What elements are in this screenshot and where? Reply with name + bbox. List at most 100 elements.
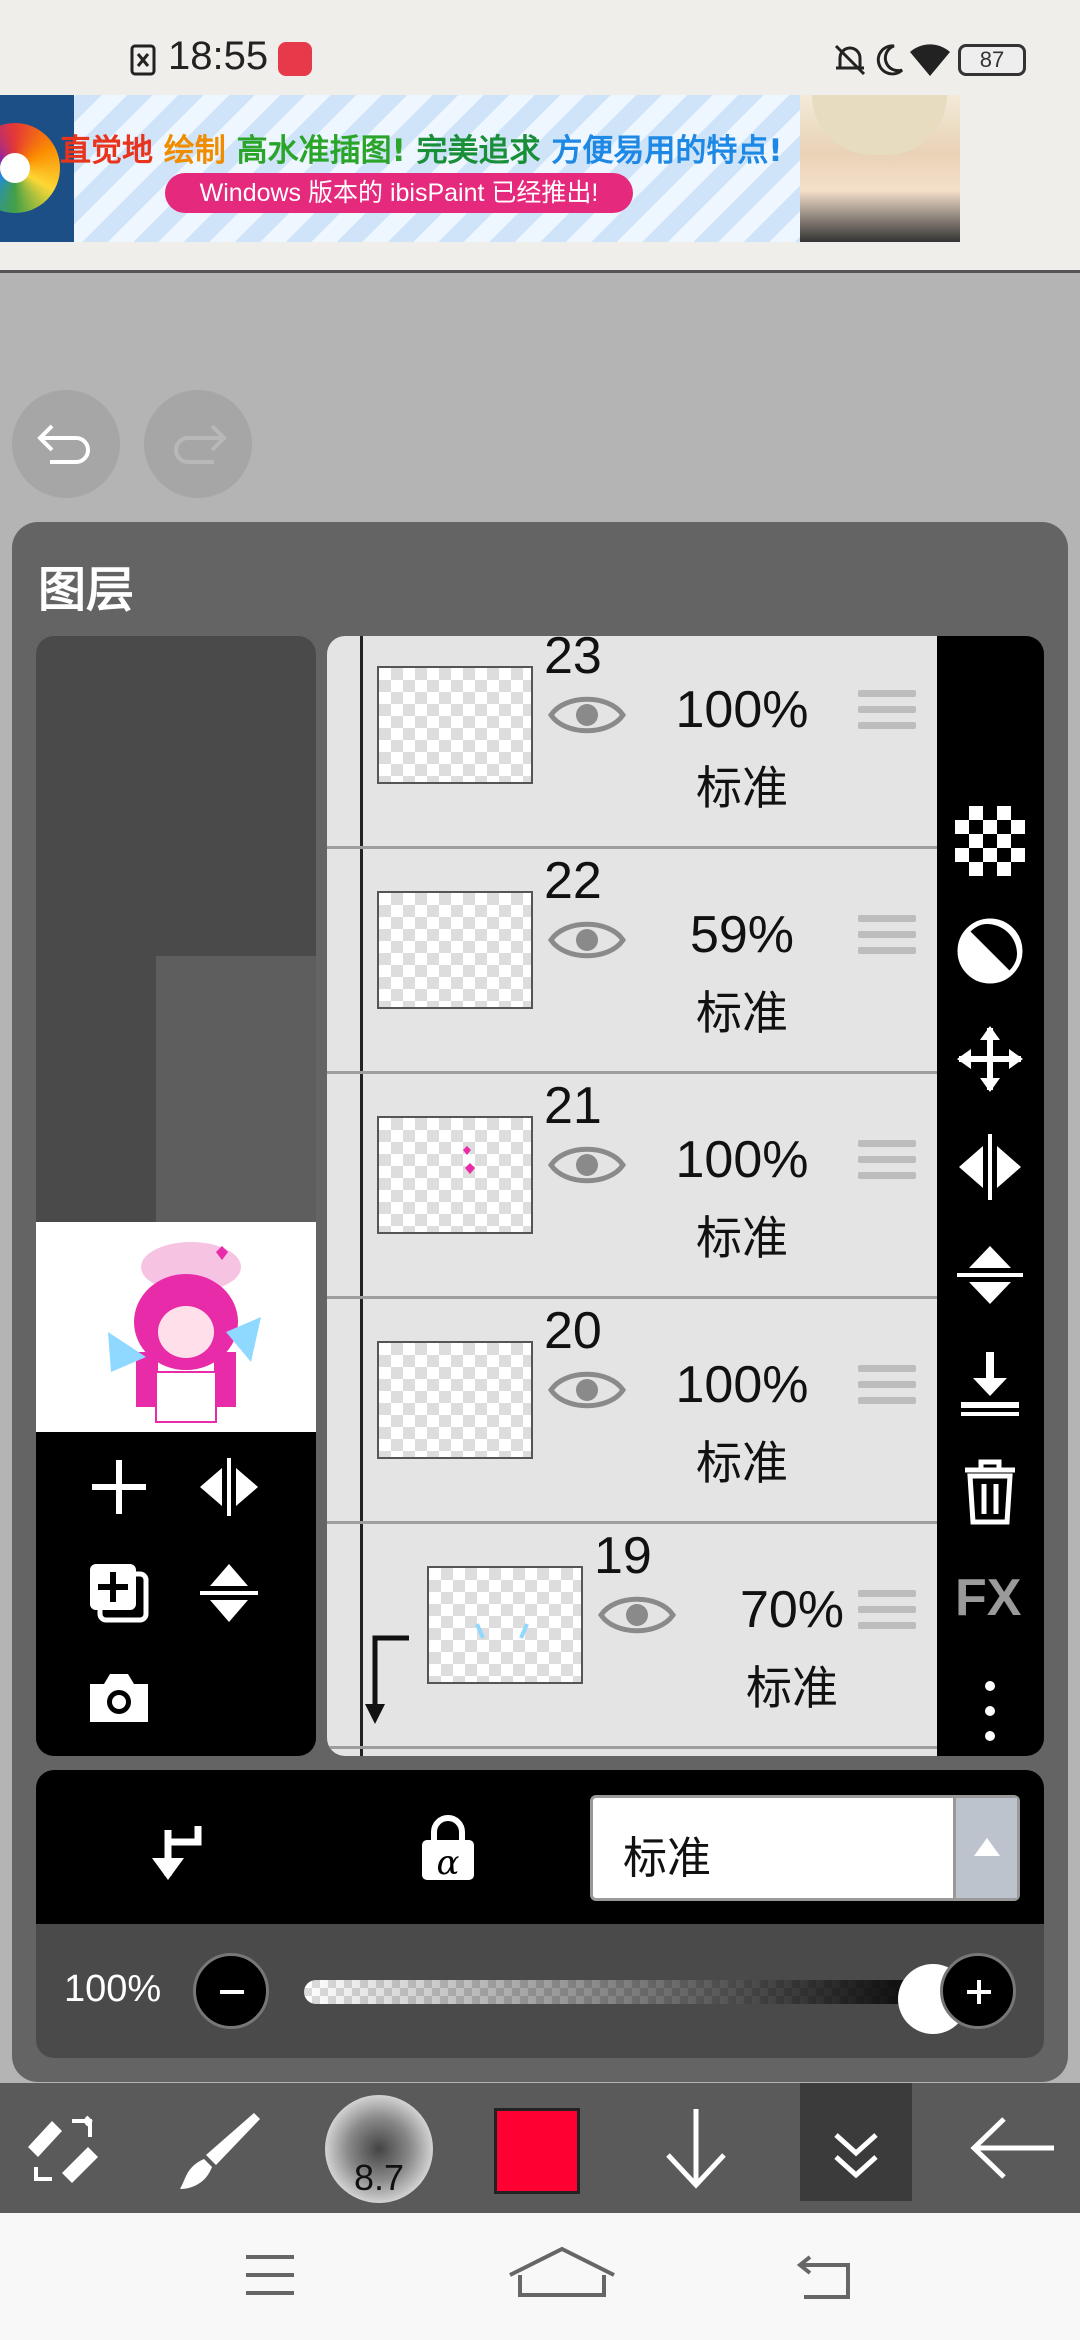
copy-layer-icon[interactable]	[86, 1560, 152, 1626]
more-options-icon[interactable]	[955, 1676, 1025, 1746]
layer-blend-mode: 标准	[696, 1436, 788, 1490]
home-icon[interactable]	[506, 2245, 618, 2301]
layer-opacity: 100%	[675, 1356, 809, 1414]
layer-number: 21	[544, 1077, 602, 1135]
canvas-preview[interactable]	[36, 1222, 316, 1432]
layer-row[interactable]: 19 70% 标准	[327, 1524, 937, 1749]
canvas-preview-pane	[36, 636, 316, 1756]
svg-text:α: α	[437, 1843, 460, 1883]
brush-size-button[interactable]: 8.7	[325, 2095, 433, 2203]
delete-layer-icon[interactable]	[955, 1456, 1025, 1526]
nav-back-icon[interactable]	[796, 2253, 854, 2301]
layer-tools-bar: FX	[937, 636, 1044, 1756]
layer-visibility-toggle[interactable]	[597, 1590, 677, 1640]
drag-handle-icon[interactable]	[858, 1590, 916, 1640]
mute-icon	[834, 44, 866, 76]
collapse-panel-icon[interactable]	[830, 2127, 882, 2183]
moon-icon	[876, 44, 904, 76]
layer-visibility-toggle[interactable]	[547, 1365, 627, 1415]
blend-mode-dropdown[interactable]	[953, 1798, 1017, 1898]
merge-down-icon[interactable]	[955, 1348, 1025, 1418]
arrow-down-icon[interactable]	[660, 2105, 732, 2191]
opacity-slider[interactable]	[304, 1980, 944, 2004]
drag-handle-icon[interactable]	[858, 690, 916, 740]
layer-opacity: 70%	[739, 1581, 845, 1639]
flip-layer-horizontal-icon[interactable]	[955, 1132, 1025, 1202]
flip-layer-vertical-icon[interactable]	[955, 1240, 1025, 1310]
layer-opacity: 59%	[689, 906, 795, 964]
layer-number: 22	[544, 852, 602, 910]
tool-switch-icon[interactable]	[22, 2107, 104, 2189]
opacity-increase-button[interactable]	[940, 1953, 1016, 2029]
ad-headline-part: 绘制	[163, 133, 237, 169]
app-notification-icon	[278, 42, 312, 76]
back-arrow-icon[interactable]	[968, 2113, 1058, 2183]
camera-icon[interactable]	[86, 1668, 152, 1726]
layer-number: 20	[544, 1302, 602, 1360]
layer-number: 19	[594, 1527, 652, 1585]
layer-blend-mode: 标准	[696, 1211, 788, 1265]
current-color-button[interactable]	[494, 2108, 580, 2194]
color-wheel-icon	[0, 123, 60, 213]
drag-handle-icon[interactable]	[858, 915, 916, 965]
layer-opacity: 100%	[675, 681, 809, 739]
sim-off-icon	[130, 44, 156, 76]
flip-horizontal-icon[interactable]	[196, 1454, 262, 1520]
system-nav-bar	[0, 2213, 1080, 2340]
undo-button[interactable]	[12, 390, 120, 498]
alpha-lock-icon[interactable]: α	[416, 1814, 480, 1884]
status-time: 18:55	[168, 34, 269, 78]
drag-handle-icon[interactable]	[858, 1140, 916, 1190]
ad-button[interactable]: Windows 版本的 ibisPaint 已经推出!	[165, 173, 633, 213]
layer-row[interactable]: 22 59% 标准	[327, 849, 937, 1074]
heart-marks	[463, 1146, 475, 1174]
layer-thumbnail[interactable]	[377, 891, 533, 1009]
triangle-up-icon	[974, 1838, 1000, 1856]
clipping-icon[interactable]	[146, 1820, 206, 1884]
opacity-circle-icon[interactable]	[955, 916, 1025, 986]
menu-icon[interactable]	[244, 2253, 296, 2297]
layer-blend-mode: 标准	[746, 1661, 838, 1715]
layer-row[interactable]: 23 100% 标准	[327, 636, 937, 849]
layer-action-pane	[36, 1432, 316, 1756]
fx-button[interactable]: FX	[955, 1568, 1021, 1628]
artwork-thumbnail	[108, 1242, 261, 1423]
move-icon[interactable]	[955, 1024, 1025, 1094]
ad-area: 直觉地 绘制 高水准插图! 完美追求 方便易用的特点! Windows 版本的 …	[0, 95, 1080, 273]
layer-row[interactable]: 20 100% 标准	[327, 1299, 937, 1524]
plus-icon	[967, 1980, 991, 2004]
layer-blend-mode: 标准	[696, 761, 788, 815]
thumbnail-marks	[475, 1623, 529, 1639]
opacity-label: 100%	[64, 1968, 162, 2010]
opacity-decrease-button[interactable]	[193, 1953, 269, 2029]
drag-handle-icon[interactable]	[858, 1365, 916, 1415]
opacity-row: 100%	[36, 1924, 1044, 2058]
layer-thumbnail[interactable]	[377, 666, 533, 784]
layer-thumbnail[interactable]	[377, 1116, 533, 1234]
layer-visibility-toggle[interactable]	[547, 1140, 627, 1190]
blend-mode-value: 标准	[623, 1833, 711, 1884]
minus-icon	[220, 1990, 244, 1994]
brush-tool-icon[interactable]	[176, 2107, 262, 2193]
ad-headline-part: 高水准插图!	[236, 133, 417, 169]
redo-button[interactable]	[144, 390, 252, 498]
transparency-checker-icon[interactable]	[955, 806, 1025, 876]
layer-visibility-toggle[interactable]	[547, 915, 627, 965]
ad-banner[interactable]: 直觉地 绘制 高水准插图! 完美追求 方便易用的特点! Windows 版本的 …	[0, 95, 960, 242]
flip-vertical-icon[interactable]	[196, 1560, 262, 1626]
blend-mode-select[interactable]: 标准	[590, 1795, 1020, 1901]
layer-row[interactable]: 21 100% 标准	[327, 1074, 937, 1299]
layer-visibility-toggle[interactable]	[547, 690, 627, 740]
clip-arrow-icon	[365, 1635, 409, 1724]
layer-opacity: 100%	[675, 1131, 809, 1189]
layer-blend-mode: 标准	[696, 986, 788, 1040]
ad-headline: 直觉地 绘制 高水准插图! 完美追求 方便易用的特点!	[60, 125, 782, 170]
panel-title: 图层	[38, 562, 135, 618]
redo-icon	[174, 424, 227, 464]
layer-thumbnail[interactable]	[377, 1341, 533, 1459]
undo-icon	[37, 424, 90, 464]
add-layer-icon[interactable]	[86, 1454, 152, 1520]
layer-list[interactable]: 23 100% 标准 22 59% 标准 21 100% 标准 20 100% 标准 19 70% 标准	[327, 636, 937, 1756]
wifi-icon	[910, 44, 950, 76]
brush-size-value: 8.7	[353, 2157, 405, 2198]
